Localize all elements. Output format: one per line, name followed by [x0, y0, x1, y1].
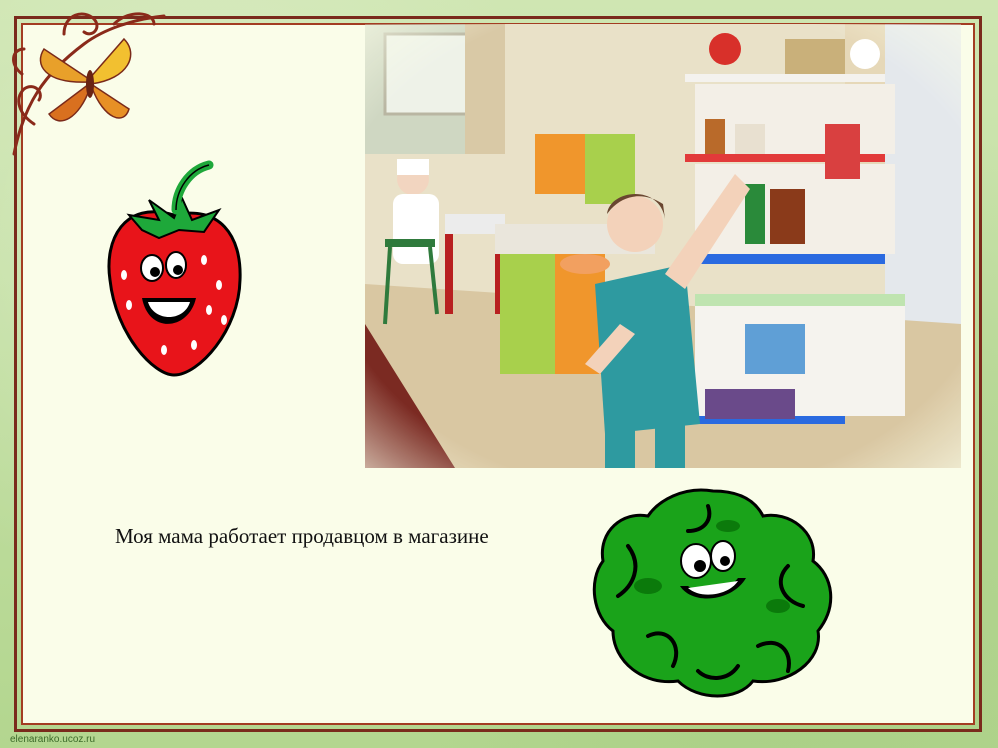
- lettuce-icon: [588, 486, 838, 706]
- slide-caption: Моя мама работает продавцом в магазине: [115, 524, 489, 548]
- classroom-photo: [365, 24, 961, 468]
- strawberry-icon: [104, 160, 244, 380]
- butterfly-ornament-icon: [4, 4, 174, 164]
- footer-watermark: elenaranko.ucoz.ru: [10, 734, 96, 745]
